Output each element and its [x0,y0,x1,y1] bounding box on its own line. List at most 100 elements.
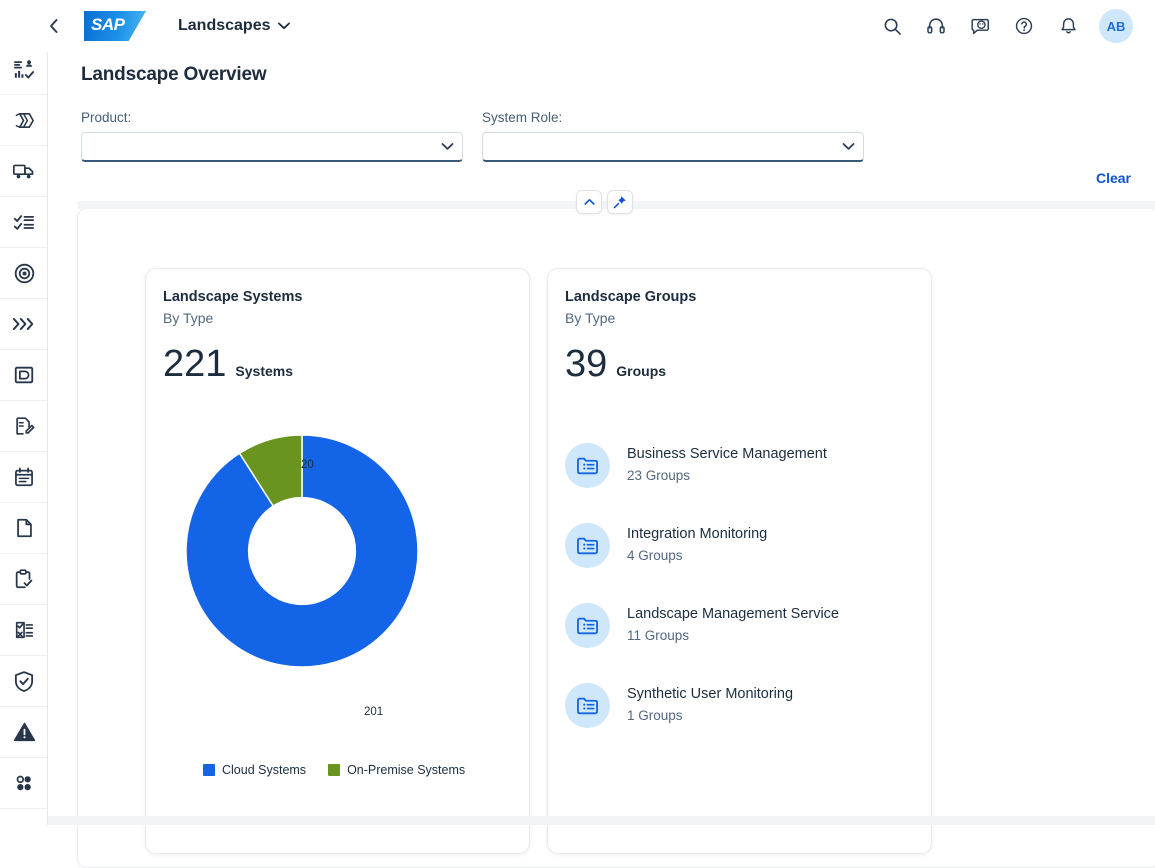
group-list-item-text: Synthetic User Monitoring 1 Groups [627,683,793,726]
system-role-select[interactable] [482,132,864,162]
group-count: 23 Groups [627,467,691,483]
group-count: 11 Groups [627,627,690,643]
page-body: Landscape Overview Product: System Role:… [48,52,1155,868]
search-button[interactable] [873,7,911,45]
flow-box-icon [14,366,34,384]
sidebar-item-flow[interactable] [0,350,47,401]
systems-kpi-value: 221 [163,343,227,385]
four-dots-icon [16,775,31,791]
page-title: Landscape Overview [81,64,267,85]
group-name: Integration Monitoring [627,526,768,543]
sidebar-item-alerts[interactable] [0,707,47,758]
sidebar-item-packages[interactable] [0,95,47,146]
donut-legend: Cloud Systems On-Premise Systems [163,763,512,777]
headset-support-icon [927,18,945,34]
donut-label-on-premise: 20 [301,459,314,471]
sidebar-item-clipboard-check[interactable] [0,554,47,605]
page-icon [16,518,32,538]
sidebar-item-form-results[interactable] [0,605,47,656]
chevron-down-icon [278,22,291,30]
feedback-button[interactable] [961,7,999,45]
pin-filter-bar-button[interactable] [607,190,633,214]
donut-chart[interactable]: 20 201 [163,409,514,739]
sap-logo[interactable]: SAP [84,11,146,41]
group-list-item-text: Landscape Management Service 11 Groups [627,603,839,646]
delivery-truck-icon [13,164,34,179]
group-count: 1 Groups [627,707,683,723]
filter-system-role-label: System Role: [482,110,563,125]
card-landscape-groups[interactable]: Landscape Groups By Type 39 Groups Busin… [547,268,932,854]
group-name: Landscape Management Service [627,606,839,623]
group-count: 4 Groups [627,547,683,563]
legend-item[interactable]: On-Premise Systems [328,763,465,777]
product-select[interactable] [81,132,463,162]
group-list-item[interactable]: Synthetic User Monitoring 1 Groups [565,665,914,745]
back-button[interactable] [36,9,70,43]
legend-swatch [203,764,215,776]
legend-label: Cloud Systems [222,763,307,777]
chevron-up-icon [583,199,595,205]
group-list-item[interactable]: Business Service Management 23 Groups [565,425,914,505]
clear-filters-button[interactable]: Clear [1096,170,1131,186]
chevrons-right-icon [12,317,34,331]
group-list-item-text: Business Service Management 23 Groups [627,443,827,486]
group-list-item[interactable]: Integration Monitoring 4 Groups [565,505,914,585]
notification-bell-icon [1060,18,1076,34]
layers-package-icon [15,112,34,128]
groups-kpi-unit: Groups [616,363,667,379]
search-icon [884,18,901,35]
top-bar: SAP Landscapes AB [0,0,1155,52]
collapse-filter-bar-button[interactable] [576,190,602,214]
group-list-icon [565,682,610,728]
group-list-icon [565,602,610,648]
groups-card-subtitle: By Type [565,310,616,326]
sidebar-item-apps[interactable] [0,758,47,809]
groups-kpi-value: 39 [565,343,608,385]
analytics-users-icon [14,60,35,79]
left-navigation-rail [0,44,48,825]
app-title-menu[interactable]: Landscapes [178,17,291,35]
sidebar-item-forward[interactable] [0,299,47,350]
alert-warning-icon [13,722,35,742]
group-list-icon [565,522,610,568]
sidebar-item-calendar-notes[interactable] [0,452,47,503]
groups-kpi: 39 Groups [565,345,914,383]
donut-label-cloud: 201 [364,706,384,718]
card-landscape-systems[interactable]: Landscape Systems By Type 221 Systems 20… [145,268,530,854]
support-button[interactable] [917,7,955,45]
clipboard-check-icon [15,569,33,589]
legend-swatch [328,764,341,776]
chevron-left-icon [49,19,57,33]
sidebar-item-edit-document[interactable] [0,401,47,452]
sidebar-item-checklist[interactable] [0,197,47,248]
filter-bar: Product: System Role: Clear [48,110,1155,198]
page-bottom-strip [48,816,1155,825]
systems-kpi-unit: Systems [235,363,293,379]
sidebar-item-shield-check[interactable] [0,656,47,707]
group-name: Business Service Management [627,446,827,463]
cards-container: Landscape Systems By Type 221 Systems 20… [145,268,932,854]
sidebar-item-target[interactable] [0,248,47,299]
form-xcheck-icon [15,621,33,639]
notifications-button[interactable] [1049,7,1087,45]
edit-document-icon [16,417,35,435]
systems-kpi: 221 Systems [163,345,512,383]
checklist-icon [13,215,35,230]
chevron-down-icon [441,143,454,150]
sidebar-item-page[interactable] [0,503,47,554]
help-question-icon [1015,17,1033,35]
sidebar-item-delivery[interactable] [0,146,47,197]
shield-check-icon [14,670,34,692]
help-button[interactable] [1005,7,1043,45]
sap-logo-text: SAP [91,15,125,34]
target-icon [14,263,34,283]
content-panel: Landscape Systems By Type 221 Systems 20… [77,201,1155,868]
group-list-item-text: Integration Monitoring 4 Groups [627,523,767,566]
donut-chart-svg [185,434,419,668]
legend-item[interactable]: Cloud Systems [203,763,306,777]
filter-bar-toggles [576,190,633,214]
avatar[interactable]: AB [1099,9,1133,43]
group-list-item[interactable]: Landscape Management Service 11 Groups [565,585,914,665]
legend-label: On-Premise Systems [347,763,466,777]
pin-icon [613,196,626,209]
